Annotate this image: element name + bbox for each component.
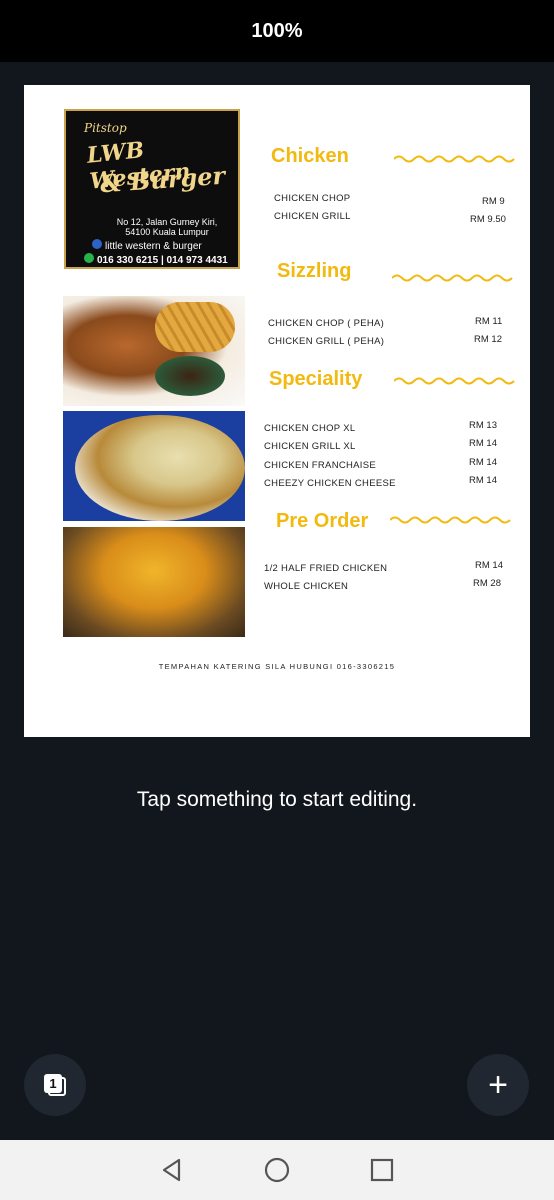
section-title-pre-order[interactable]: Pre Order	[276, 510, 368, 533]
menu-price[interactable]: RM 13	[469, 420, 497, 431]
wave-decoration	[394, 377, 515, 385]
menu-price[interactable]: RM 14	[469, 475, 497, 486]
food-photo-cheese-chicken[interactable]	[63, 527, 245, 637]
menu-price[interactable]: RM 28	[473, 578, 501, 589]
menu-item[interactable]: 1/2 HALF FRIED CHICKEN	[264, 563, 387, 574]
section-title-sizzling[interactable]: Sizzling	[277, 260, 351, 283]
wave-decoration	[392, 274, 513, 282]
logo-facebook: little western & burger	[92, 239, 202, 252]
menu-item[interactable]: CHEEZY CHICKEN CHEESE	[264, 478, 396, 489]
menu-item[interactable]: CHICKEN GRILL ( PEHA)	[268, 336, 384, 347]
facebook-icon	[92, 239, 102, 249]
logo-pitstop: Pitstop	[84, 121, 127, 135]
section-title-chicken[interactable]: Chicken	[271, 145, 349, 168]
wave-decoration	[390, 516, 511, 524]
menu-price[interactable]: RM 11	[475, 316, 502, 327]
page-count: 1	[44, 1074, 62, 1093]
section-title-speciality[interactable]: Speciality	[269, 368, 362, 391]
food-photo-chicken-chop[interactable]	[63, 296, 245, 406]
menu-item[interactable]: CHICKEN GRILL XL	[264, 441, 356, 452]
food-photo-grill[interactable]	[63, 411, 245, 521]
design-canvas[interactable]: Pitstop LWB Western & Burger No 12, Jala…	[24, 85, 530, 737]
facebook-text: little western & burger	[105, 241, 202, 252]
zoom-level: 100%	[251, 19, 303, 42]
catering-caption[interactable]: TEMPAHAN KATERING SILA HUBUNGI 016-33062…	[24, 662, 530, 671]
menu-item[interactable]: CHICKEN GRILL	[274, 211, 351, 222]
home-circle-icon	[264, 1157, 290, 1183]
nav-recents-button[interactable]	[362, 1150, 402, 1190]
whatsapp-icon	[84, 253, 94, 263]
recents-square-icon	[370, 1158, 393, 1182]
menu-price[interactable]: RM 9.50	[470, 214, 506, 225]
logo-address-1: No 12, Jalan Gurney Kiri,	[116, 217, 218, 227]
android-nav-bar	[0, 1140, 554, 1200]
menu-price[interactable]: RM 14	[475, 560, 503, 571]
add-element-button[interactable]: +	[467, 1054, 529, 1116]
menu-price[interactable]: RM 9	[482, 196, 505, 207]
editor-hint: Tap something to start editing.	[136, 788, 418, 811]
plus-icon: +	[488, 1066, 508, 1104]
menu-item[interactable]: CHICKEN CHOP	[274, 193, 350, 204]
logo-address-2: 54100 Kuala Lumpur	[125, 227, 209, 237]
logo-phone: 016 330 6215 | 014 973 4431	[84, 253, 228, 266]
back-triangle-icon	[163, 1158, 181, 1182]
wave-decoration	[394, 155, 515, 163]
menu-price[interactable]: RM 14	[469, 438, 497, 449]
nav-home-button[interactable]	[257, 1150, 297, 1190]
restaurant-logo[interactable]: Pitstop LWB Western & Burger No 12, Jala…	[64, 109, 240, 269]
nav-back-button[interactable]	[152, 1150, 192, 1190]
menu-item[interactable]: CHICKEN CHOP XL	[264, 423, 355, 434]
pages-icon: 1	[44, 1074, 66, 1096]
menu-price[interactable]: RM 12	[474, 334, 502, 345]
pages-button[interactable]: 1	[24, 1054, 86, 1116]
menu-item[interactable]: CHICKEN CHOP ( PEHA)	[268, 318, 384, 329]
status-bar: 100%	[0, 0, 554, 62]
menu-item[interactable]: CHICKEN FRANCHAISE	[264, 460, 376, 471]
menu-item[interactable]: WHOLE CHICKEN	[264, 581, 348, 592]
menu-price[interactable]: RM 14	[469, 457, 497, 468]
phone-text: 016 330 6215 | 014 973 4431	[97, 255, 228, 266]
